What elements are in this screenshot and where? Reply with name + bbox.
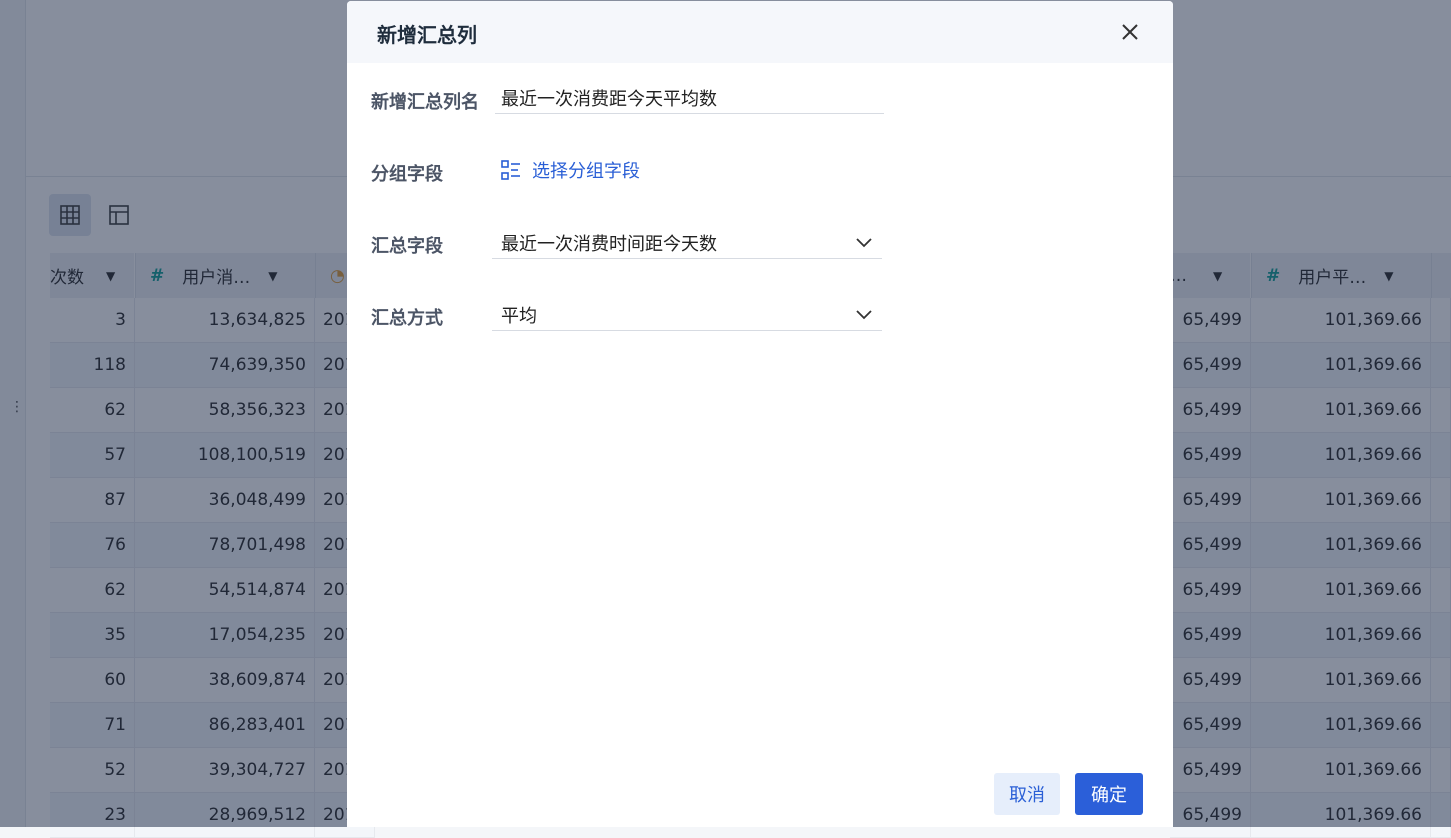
summary-method-label: 汇总方式 xyxy=(371,308,443,329)
cancel-button[interactable]: 取消 xyxy=(994,773,1060,815)
group-field-label: 分组字段 xyxy=(371,164,443,185)
chevron-down-icon xyxy=(856,238,872,248)
app-background: ⋮ 次数 ▼ # 用户消… ▼ ◔ … ▼ # 用户平… xyxy=(0,0,1451,838)
column-name-label: 新增汇总列名 xyxy=(371,92,479,113)
summary-method-value: 平均 xyxy=(501,306,537,327)
summary-field-value: 最近一次消费时间距今天数 xyxy=(501,234,717,255)
confirm-button[interactable]: 确定 xyxy=(1075,773,1143,815)
select-group-field-link[interactable]: 选择分组字段 xyxy=(500,157,640,183)
dialog-title: 新增汇总列 xyxy=(377,23,477,47)
chevron-down-icon xyxy=(856,310,872,320)
summary-method-select[interactable]: 平均 xyxy=(492,298,882,331)
dialog-header: 新增汇总列 xyxy=(347,1,1173,63)
column-name-input[interactable] xyxy=(495,83,884,114)
add-summary-column-dialog: 新增汇总列 新增汇总列名 分组字段 选择分组字段 汇总字段 最近一次消费时间距今… xyxy=(347,1,1173,827)
close-icon[interactable] xyxy=(1119,21,1141,43)
select-group-field-label: 选择分组字段 xyxy=(532,161,640,182)
group-fields-icon xyxy=(501,160,520,180)
summary-field-label: 汇总字段 xyxy=(371,236,443,257)
summary-field-select[interactable]: 最近一次消费时间距今天数 xyxy=(492,226,882,259)
